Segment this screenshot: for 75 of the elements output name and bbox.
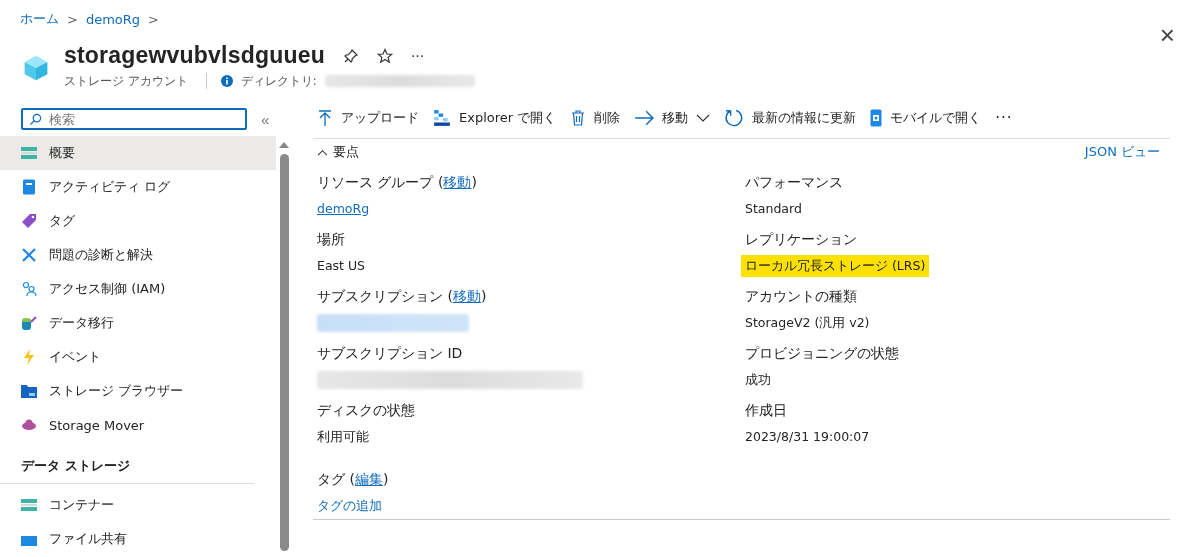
sidebar-item[interactable]: データ移行 [0, 306, 276, 340]
star-icon[interactable] [376, 47, 393, 64]
field-label: 作成日 [745, 401, 788, 420]
field-label: パフォーマンス [745, 173, 844, 192]
toolbar-button[interactable]: アップロード [313, 105, 425, 131]
sidebar-item[interactable]: 問題の診断と解決 [0, 238, 276, 272]
json-view-link[interactable]: JSON ビュー [1084, 143, 1160, 161]
phone-icon [870, 109, 883, 127]
sidebar-item[interactable]: Storage Mover [0, 408, 276, 442]
resource-group-link[interactable]: demoRg [317, 198, 370, 220]
move-link[interactable]: 移動 [443, 174, 472, 190]
pin-icon[interactable] [342, 47, 359, 64]
arrow-icon [634, 109, 655, 127]
breadcrumb-link[interactable]: ホーム [20, 10, 59, 28]
page-title: storagewvubvlsdguueu [64, 42, 325, 69]
cube-icon [22, 54, 50, 82]
toolbar-button[interactable]: 削除 [566, 105, 627, 131]
edit-link[interactable]: 編集 [354, 471, 383, 487]
users-icon [21, 281, 37, 297]
field-label: リソース グループ (移動) [317, 173, 478, 192]
list-icon [21, 497, 37, 513]
toolbar-button[interactable]: ··· [991, 105, 1019, 131]
highlighted-value: ローカル冗長ストレージ (LRS) [741, 255, 930, 277]
close-button[interactable]: × [1159, 22, 1175, 48]
field-value: 利用可能 [317, 428, 369, 446]
upload-icon [317, 109, 333, 127]
field-label: プロビジョニングの状態 [745, 344, 900, 363]
sidebar-item[interactable]: タグ [0, 204, 276, 238]
field-label: ディスクの状態 [317, 401, 416, 420]
field-label: サブスクリプション (移動) [317, 287, 488, 306]
more-icon[interactable]: ··· [410, 47, 425, 64]
move-link[interactable]: 移動 [452, 288, 481, 304]
directory-label: ディレクトリ: [240, 73, 317, 89]
field-value: 成功 [745, 371, 771, 389]
toolbar-button[interactable]: 最新の情報に更新 [720, 104, 863, 132]
add-tag-link[interactable]: タグの追加 [317, 495, 382, 517]
sidebar-item[interactable]: イベント [0, 340, 276, 374]
trash-icon [570, 109, 587, 127]
field-value: 2023/8/31 19:00:07 [745, 428, 870, 446]
refresh-icon [724, 108, 745, 128]
cloud-icon [21, 417, 37, 433]
field-label: サブスクリプション ID [317, 344, 464, 363]
tag-icon [21, 213, 37, 229]
section-heading: データ ストレージ [0, 442, 254, 484]
sidebar-item[interactable]: ファイル共有 [0, 522, 276, 551]
breadcrumb-separator: > [67, 11, 78, 27]
sidebar-item[interactable]: コンテナー [0, 488, 276, 522]
section-toggle[interactable]: 要点 [313, 143, 363, 161]
list-icon [21, 145, 37, 161]
field-value: StorageV2 (汎用 v2) [745, 314, 870, 332]
sidebar-item[interactable]: ストレージ ブラウザー [0, 374, 276, 408]
search-icon [29, 113, 42, 126]
info-icon [220, 75, 233, 87]
lightning-icon [21, 349, 37, 365]
sidebar-item[interactable]: アクティビティ ログ [0, 170, 276, 204]
toolbar-button[interactable]: Explorer で開く [429, 105, 563, 131]
book-icon [21, 179, 37, 195]
breadcrumb-link[interactable]: demoRg [85, 11, 141, 27]
sidebar-item[interactable]: 概要 [0, 136, 276, 170]
field-value: East US [317, 257, 366, 275]
search-field[interactable]: 検索 [21, 108, 247, 130]
bucket-icon [21, 315, 37, 331]
field-label: レプリケーション [745, 230, 858, 249]
blocks-icon [433, 109, 451, 127]
resource-type: ストレージ アカウント [64, 73, 188, 89]
field-label: 場所 [317, 230, 346, 249]
toolbar-button[interactable]: 移動 [630, 105, 717, 131]
field-label: タグ (編集) [317, 470, 390, 489]
collapse-button[interactable]: « [261, 110, 270, 128]
chevron-up-icon [317, 148, 328, 156]
sidebar-item[interactable]: アクセス制御 (IAM) [0, 272, 276, 306]
field-label: アカウントの種類 [745, 287, 858, 306]
breadcrumb-separator: > [148, 11, 159, 27]
toolbar-button[interactable]: モバイルで開く [866, 105, 988, 131]
field-value: Standard [745, 200, 802, 218]
